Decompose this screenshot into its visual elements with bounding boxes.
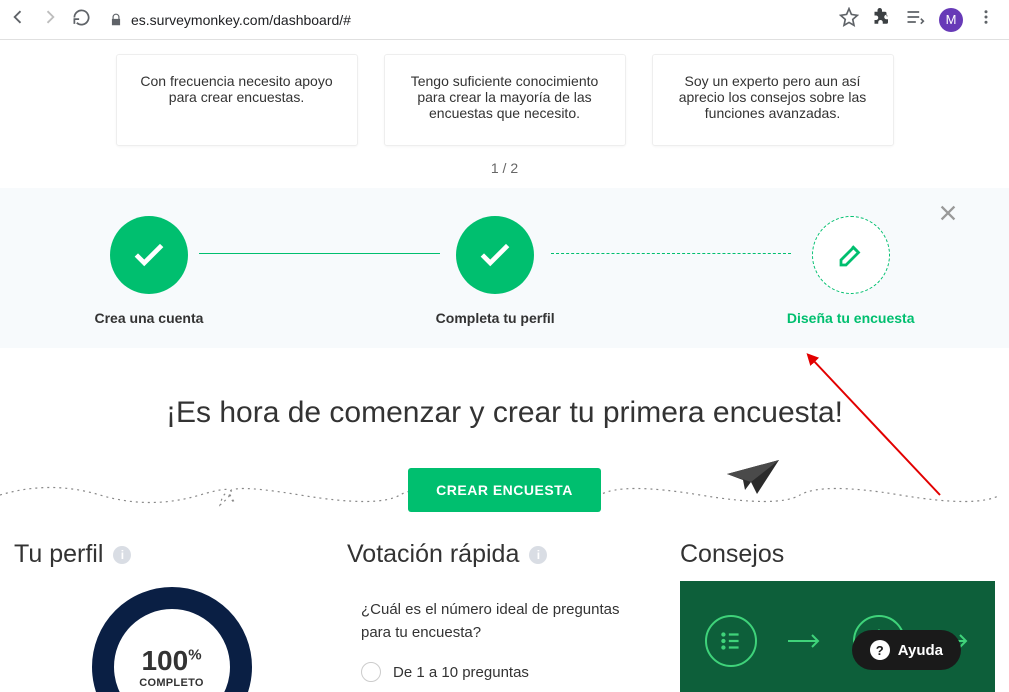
page-viewport[interactable]: Con frecuencia necesito apoyo para crear… [0, 40, 1009, 692]
experience-cards-row: Con frecuencia necesito apoyo para crear… [0, 40, 1009, 154]
experience-card[interactable]: Tengo suficiente conocimiento para crear… [384, 54, 626, 146]
list-icon [705, 615, 757, 667]
extensions-icon[interactable] [873, 8, 891, 31]
main-heading: ¡Es hora de comenzar y crear tu primera … [0, 348, 1009, 462]
check-icon [456, 216, 534, 294]
poll-question: ¿Cuál es el número ideal de preguntas pa… [347, 581, 662, 654]
experience-card[interactable]: Soy un experto pero aun así aprecio los … [652, 54, 894, 146]
step-create-account: Crea una cuenta [95, 216, 204, 326]
radio-icon[interactable] [361, 662, 381, 682]
tips-title-text: Consejos [680, 540, 784, 569]
cta-row: CREAR ENCUESTA [0, 462, 1009, 540]
profile-gauge: 100% COMPLETO [92, 587, 252, 692]
poll-column: Votación rápida i ¿Cuál es el número ide… [343, 540, 666, 692]
step-label: Diseña tu encuesta [787, 310, 915, 326]
arrow-right-icon [788, 633, 822, 649]
star-icon[interactable] [839, 7, 859, 32]
forward-icon[interactable] [40, 7, 60, 32]
step-label: Crea una cuenta [95, 310, 204, 326]
check-icon [110, 216, 188, 294]
edit-icon [812, 216, 890, 294]
reading-list-icon[interactable] [905, 7, 925, 32]
pager-indicator: 1 / 2 [0, 154, 1009, 188]
address-bar[interactable]: es.surveymonkey.com/dashboard/# [101, 12, 829, 28]
columns: Tu perfil i 100% COMPLETO Votación rápid… [0, 540, 1009, 692]
tips-heading: Consejos [680, 540, 995, 569]
profile-title-text: Tu perfil [14, 540, 103, 569]
close-icon[interactable] [937, 202, 959, 224]
back-icon[interactable] [8, 7, 28, 32]
onboarding-steps: Crea una cuenta Completa tu perfil Diseñ… [0, 188, 1009, 348]
gauge-label: COMPLETO [139, 677, 204, 689]
url-text: es.surveymonkey.com/dashboard/# [131, 12, 351, 28]
poll-title-text: Votación rápida [347, 540, 519, 569]
profile-column: Tu perfil i 100% COMPLETO [10, 540, 333, 692]
experience-card[interactable]: Con frecuencia necesito apoyo para crear… [116, 54, 358, 146]
gauge-value: 100% [141, 645, 201, 677]
kebab-menu-icon[interactable] [977, 8, 995, 31]
question-icon: ? [870, 640, 890, 660]
info-icon[interactable]: i [113, 546, 131, 564]
paper-plane-icon [727, 460, 779, 494]
step-label: Completa tu perfil [436, 310, 555, 326]
step-connector [551, 253, 791, 254]
lock-icon [109, 13, 123, 27]
info-icon[interactable]: i [529, 546, 547, 564]
help-label: Ayuda [898, 642, 943, 659]
browser-toolbar: es.surveymonkey.com/dashboard/# M [0, 0, 1009, 40]
profile-heading: Tu perfil i [14, 540, 329, 569]
create-survey-button[interactable]: CREAR ENCUESTA [408, 468, 601, 512]
poll-option[interactable]: De 1 a 10 preguntas [347, 654, 662, 690]
profile-avatar[interactable]: M [939, 8, 963, 32]
step-design-survey[interactable]: Diseña tu encuesta [787, 216, 915, 326]
reload-icon[interactable] [72, 8, 91, 32]
step-connector [199, 253, 439, 254]
poll-option-label: De 1 a 10 preguntas [393, 664, 529, 681]
tips-column: Consejos [676, 540, 999, 692]
poll-heading: Votación rápida i [347, 540, 662, 569]
step-complete-profile: Completa tu perfil [436, 216, 555, 326]
help-button[interactable]: ? Ayuda [852, 630, 961, 670]
